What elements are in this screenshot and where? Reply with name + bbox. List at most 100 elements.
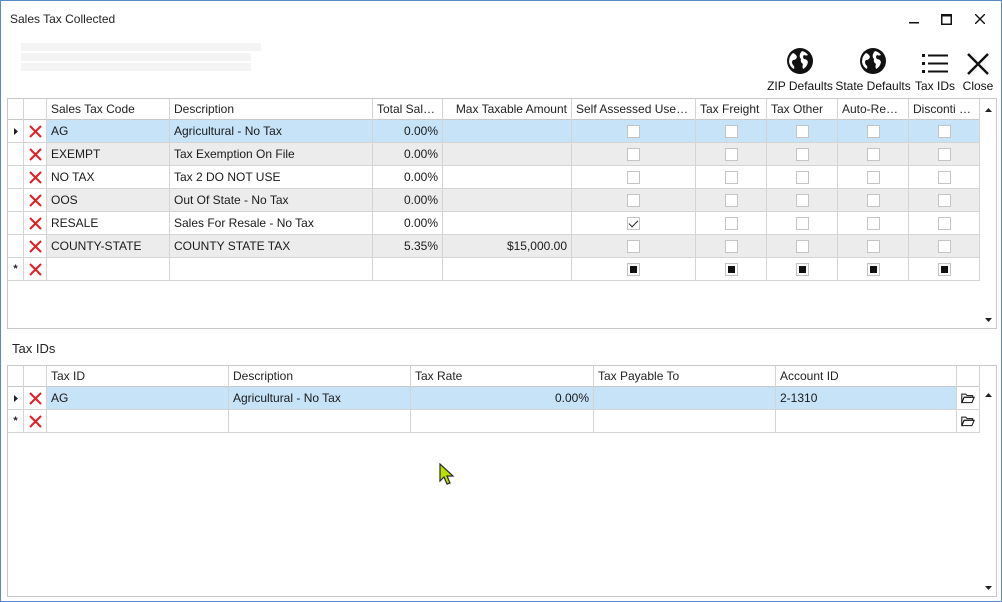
new-row[interactable]: * xyxy=(8,258,980,281)
cell-account-id[interactable] xyxy=(776,410,957,433)
scroll-up-button[interactable] xyxy=(980,386,996,403)
cell-sales-tax-code[interactable]: COUNTY-STATE xyxy=(47,235,170,258)
column-header-tax-freight[interactable]: Tax Freight xyxy=(696,99,767,120)
delete-row-button[interactable] xyxy=(24,387,47,410)
table-row[interactable]: EXEMPT Tax Exemption On File 0.00% xyxy=(8,143,980,166)
vertical-scrollbar[interactable] xyxy=(980,99,996,328)
cell-tax-freight[interactable] xyxy=(696,166,767,189)
cell-sales-tax-code[interactable]: NO TAX xyxy=(47,166,170,189)
cell-max-taxable[interactable] xyxy=(443,258,572,281)
checkbox[interactable] xyxy=(724,124,738,138)
cell-account-id[interactable]: 2-1310 xyxy=(776,387,957,410)
delete-row-button[interactable] xyxy=(24,212,47,235)
cell-total-sales[interactable]: 0.00% xyxy=(373,166,443,189)
checkbox[interactable] xyxy=(866,170,880,184)
checkbox[interactable] xyxy=(724,170,738,184)
column-header-auto-replace[interactable]: Auto-Repl... xyxy=(838,99,909,120)
cell-max-taxable[interactable] xyxy=(443,189,572,212)
row-selector[interactable] xyxy=(8,189,24,212)
cell-discontinued[interactable] xyxy=(909,120,980,143)
cell-max-taxable[interactable] xyxy=(443,212,572,235)
checkbox[interactable] xyxy=(795,239,809,253)
delete-row-button[interactable] xyxy=(24,166,47,189)
cell-max-taxable[interactable]: $15,000.00 xyxy=(443,235,572,258)
cell-tax-other[interactable] xyxy=(767,166,838,189)
cell-max-taxable[interactable] xyxy=(443,120,572,143)
checkbox[interactable] xyxy=(724,147,738,161)
cell-tax-freight[interactable] xyxy=(696,143,767,166)
cell-tax-other[interactable] xyxy=(767,143,838,166)
checkbox[interactable] xyxy=(795,216,809,230)
cell-discontinued[interactable] xyxy=(909,143,980,166)
delete-row-button[interactable] xyxy=(24,235,47,258)
cell-tax-freight[interactable] xyxy=(696,120,767,143)
cell-tax-rate[interactable] xyxy=(411,410,594,433)
checkbox[interactable] xyxy=(866,262,880,276)
checkbox[interactable] xyxy=(627,239,640,253)
cell-discontinued[interactable] xyxy=(909,235,980,258)
checkbox[interactable] xyxy=(866,147,880,161)
row-selector[interactable]: * xyxy=(8,258,24,281)
cell-description[interactable]: Out Of State - No Tax xyxy=(170,189,373,212)
cell-auto-replace[interactable] xyxy=(838,166,909,189)
cell-description[interactable] xyxy=(170,258,373,281)
delete-row-button[interactable] xyxy=(24,120,47,143)
cell-description[interactable]: Agricultural - No Tax xyxy=(229,387,411,410)
cell-total-sales[interactable] xyxy=(373,258,443,281)
column-header-sales-tax-code[interactable]: Sales Tax Code xyxy=(47,99,170,120)
cell-sales-tax-code[interactable] xyxy=(47,258,170,281)
checkbox[interactable] xyxy=(866,193,880,207)
cell-tax-freight[interactable] xyxy=(696,212,767,235)
column-header-account-id[interactable]: Account ID xyxy=(776,366,957,387)
account-lookup-button[interactable] xyxy=(957,387,980,410)
table-row[interactable]: COUNTY-STATE COUNTY STATE TAX 5.35% $15,000… xyxy=(8,235,980,258)
cell-tax-freight[interactable] xyxy=(696,189,767,212)
row-selector[interactable] xyxy=(8,387,24,410)
cell-discontinued[interactable] xyxy=(909,189,980,212)
cell-auto-replace[interactable] xyxy=(838,212,909,235)
checkbox[interactable] xyxy=(866,216,880,230)
cell-tax-other[interactable] xyxy=(767,212,838,235)
cell-sales-tax-code[interactable]: AG xyxy=(47,120,170,143)
checkbox[interactable] xyxy=(627,147,640,161)
table-row[interactable]: NO TAX Tax 2 DO NOT USE 0.00% xyxy=(8,166,980,189)
cell-tax-other[interactable] xyxy=(767,120,838,143)
cell-description[interactable]: COUNTY STATE TAX xyxy=(170,235,373,258)
delete-row-button[interactable] xyxy=(24,143,47,166)
cell-description[interactable]: Agricultural - No Tax xyxy=(170,120,373,143)
checkbox[interactable] xyxy=(937,170,951,184)
row-selector[interactable] xyxy=(8,143,24,166)
new-row[interactable]: * xyxy=(8,410,980,433)
checkbox[interactable] xyxy=(937,147,951,161)
cell-tax-freight[interactable] xyxy=(696,235,767,258)
cell-tax-freight[interactable] xyxy=(696,258,767,281)
checkbox[interactable] xyxy=(937,239,951,253)
checkbox[interactable] xyxy=(795,262,809,276)
checkbox[interactable] xyxy=(724,216,738,230)
cell-sales-tax-code[interactable]: OOS xyxy=(47,189,170,212)
state-defaults-button[interactable]: State Defaults xyxy=(835,41,911,97)
cell-self-assessed[interactable] xyxy=(572,212,696,235)
checkbox[interactable] xyxy=(937,193,951,207)
cell-tax-other[interactable] xyxy=(767,235,838,258)
column-header-tax-other[interactable]: Tax Other xyxy=(767,99,838,120)
tax-ids-button[interactable]: Tax IDs xyxy=(913,41,957,97)
cell-description[interactable] xyxy=(229,410,411,433)
cell-auto-replace[interactable] xyxy=(838,235,909,258)
cell-tax-id[interactable]: AG xyxy=(47,387,229,410)
cell-self-assessed[interactable] xyxy=(572,235,696,258)
cell-total-sales[interactable]: 0.00% xyxy=(373,189,443,212)
cell-total-sales[interactable]: 0.00% xyxy=(373,120,443,143)
delete-row-button[interactable] xyxy=(24,189,47,212)
scroll-up-button[interactable] xyxy=(980,101,996,118)
cell-total-sales[interactable]: 5.35% xyxy=(373,235,443,258)
scroll-down-button[interactable] xyxy=(980,311,996,328)
column-header-self-assessed[interactable]: Self Assessed Use Tax xyxy=(572,99,696,120)
table-row[interactable]: OOS Out Of State - No Tax 0.00% xyxy=(8,189,980,212)
checkbox[interactable] xyxy=(795,147,809,161)
checkbox[interactable] xyxy=(795,170,809,184)
cell-tax-other[interactable] xyxy=(767,258,838,281)
column-header-description[interactable]: Description xyxy=(229,366,411,387)
row-selector[interactable] xyxy=(8,120,24,143)
checkbox[interactable] xyxy=(866,239,880,253)
